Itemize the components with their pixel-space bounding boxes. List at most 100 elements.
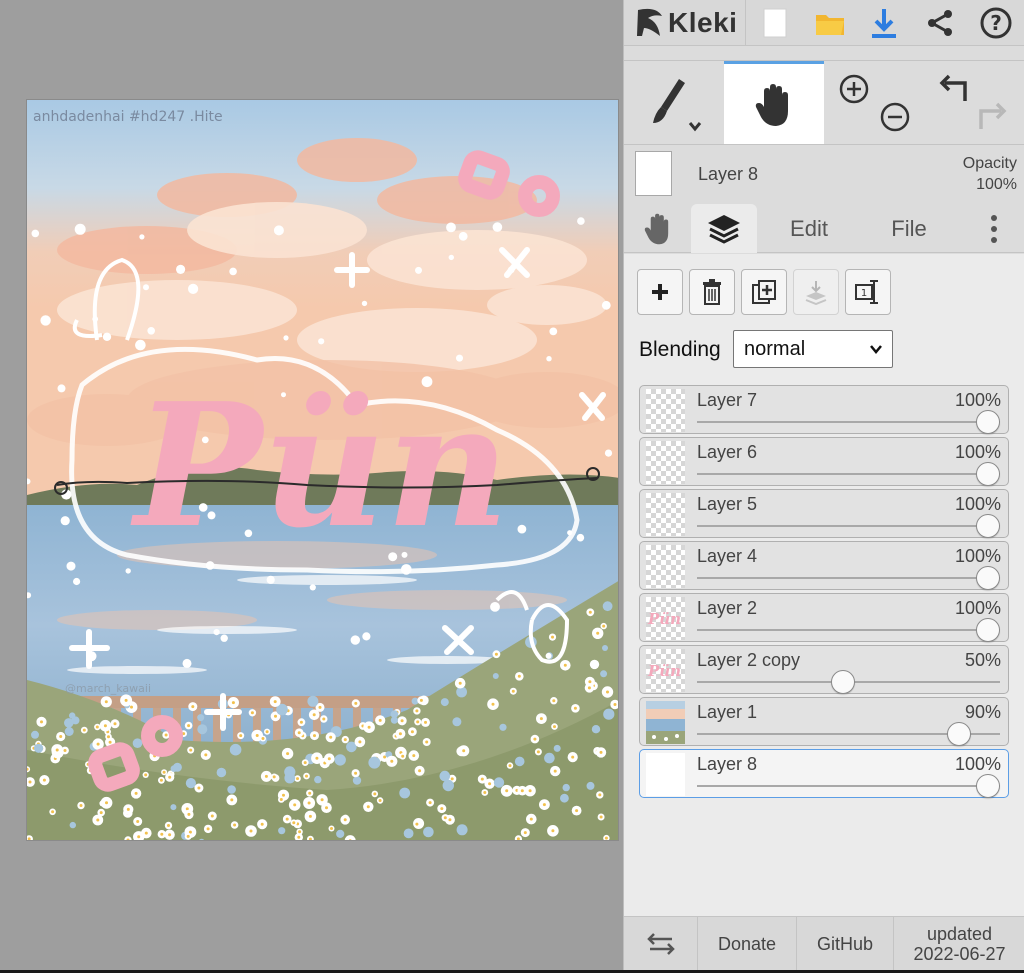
layer-thumbnail bbox=[646, 753, 685, 796]
opacity-label: Opacity bbox=[962, 155, 1017, 172]
canvas-area[interactable]: Pün anhdadenhai #hd247 .Hite @march_kawa… bbox=[0, 0, 623, 973]
hand-tool-button[interactable] bbox=[724, 61, 824, 145]
merge-down-button[interactable] bbox=[793, 269, 839, 315]
tab-file[interactable]: File bbox=[869, 204, 949, 253]
artwork-illustration: Pün anhdadenhai #hd247 .Hite @march_kawa… bbox=[27, 100, 618, 840]
layer-row[interactable]: Layer 6 100% bbox=[639, 437, 1009, 486]
layer-opacity-slider-handle[interactable] bbox=[830, 670, 855, 694]
hand-icon bbox=[755, 83, 788, 126]
current-layer-info: Layer 8 Opacity 100% bbox=[624, 144, 1024, 200]
layer-row[interactable]: Layer 4 100% bbox=[639, 541, 1009, 590]
tool-row bbox=[624, 60, 1024, 145]
chevron-down-icon bbox=[870, 345, 882, 354]
redo-button[interactable] bbox=[974, 99, 1010, 135]
layers-icon bbox=[708, 214, 740, 244]
blending-value: normal bbox=[744, 337, 806, 360]
more-menu-button[interactable] bbox=[974, 204, 1014, 253]
kleki-logo[interactable]: Kleki bbox=[634, 3, 737, 43]
zoom-out-button[interactable] bbox=[877, 99, 913, 135]
updated-date: 2022-06-27 bbox=[913, 944, 1006, 964]
rename-layer-button[interactable]: 1 bbox=[845, 269, 891, 315]
duplicate-layer-icon bbox=[752, 280, 776, 304]
layers-pane: 1 Blending normal Layer 7 100% Layer 6 100%… bbox=[624, 254, 1024, 916]
layer-opacity-value: 50% bbox=[964, 650, 1001, 670]
swap-panel-button[interactable] bbox=[624, 917, 698, 971]
tab-edit[interactable]: Edit bbox=[769, 204, 849, 253]
layer-opacity-slider-handle[interactable] bbox=[976, 566, 1000, 590]
primary-color-swatch[interactable] bbox=[635, 151, 672, 196]
donate-link[interactable]: Donate bbox=[698, 917, 797, 971]
updated-info[interactable]: updated 2022-06-27 bbox=[894, 917, 1024, 971]
svg-text:Pün: Pün bbox=[647, 610, 681, 628]
layer-opacity-slider-handle[interactable] bbox=[976, 514, 1000, 538]
merge-down-icon bbox=[805, 281, 827, 305]
hand-icon bbox=[644, 213, 669, 244]
blending-select[interactable]: normal bbox=[733, 330, 893, 368]
layer-opacity-value: 100% bbox=[954, 546, 1001, 566]
current-layer-opacity: Opacity 100% bbox=[963, 153, 1017, 195]
layer-row[interactable]: Layer 1 90% bbox=[639, 697, 1009, 746]
add-layer-icon bbox=[652, 284, 668, 300]
layer-opacity-value: 100% bbox=[954, 754, 1001, 774]
svg-text:1: 1 bbox=[861, 288, 867, 299]
layer-name: Layer 4 bbox=[697, 546, 758, 566]
brush-tool-button[interactable] bbox=[624, 63, 722, 143]
layer-row[interactable]: Layer 7 100% bbox=[639, 385, 1009, 434]
delete-layer-button[interactable] bbox=[689, 269, 735, 315]
kleki-logo-icon bbox=[637, 8, 662, 36]
layer-name: Layer 8 bbox=[697, 754, 758, 774]
layer-opacity-slider[interactable] bbox=[697, 629, 1000, 631]
zoom-in-button[interactable] bbox=[836, 71, 872, 107]
layer-thumbnail bbox=[646, 389, 685, 432]
share-icon[interactable] bbox=[920, 3, 960, 43]
zoom-in-icon bbox=[839, 74, 869, 104]
layer-opacity-slider-handle[interactable] bbox=[976, 618, 1000, 642]
layer-row[interactable]: Layer 5 100% bbox=[639, 489, 1009, 538]
add-layer-button[interactable] bbox=[637, 269, 683, 315]
duplicate-layer-button[interactable] bbox=[741, 269, 787, 315]
more-vertical-icon bbox=[991, 214, 997, 243]
layer-name: Layer 1 bbox=[697, 702, 758, 722]
layer-thumbnail bbox=[646, 493, 685, 536]
opacity-value: 100% bbox=[976, 176, 1017, 193]
svg-text:?: ? bbox=[990, 11, 1002, 35]
layer-opacity-slider[interactable] bbox=[697, 577, 1000, 579]
undo-icon bbox=[939, 74, 967, 101]
artwork-canvas[interactable]: Pün anhdadenhai #hd247 .Hite @march_kawa… bbox=[26, 99, 619, 841]
redo-icon bbox=[979, 102, 1007, 129]
tab-hand[interactable] bbox=[634, 204, 682, 253]
new-image-icon[interactable] bbox=[755, 3, 795, 43]
layer-row[interactable]: Pün Layer 2 copy 50% bbox=[639, 645, 1009, 694]
layer-opacity-slider[interactable] bbox=[697, 525, 1000, 527]
layer-opacity-slider[interactable] bbox=[697, 421, 1000, 423]
tab-layers[interactable] bbox=[691, 204, 757, 253]
layer-opacity-slider-handle[interactable] bbox=[976, 774, 1000, 798]
blending-label: Blending bbox=[639, 338, 721, 361]
layer-opacity-slider[interactable] bbox=[697, 473, 1000, 475]
side-panel: Kleki ? Layer 8 Opacity 100% Edit File 1… bbox=[623, 0, 1024, 973]
layer-name: Layer 6 bbox=[697, 442, 758, 462]
top-bar: Kleki ? bbox=[624, 0, 1024, 46]
layer-row[interactable]: Layer 8 100% bbox=[639, 749, 1009, 798]
layer-name: Layer 2 copy bbox=[697, 650, 801, 670]
layer-opacity-slider-handle[interactable] bbox=[976, 462, 1000, 486]
delete-layer-icon bbox=[703, 279, 721, 305]
swap-arrows-icon bbox=[646, 933, 675, 955]
layer-opacity-slider-handle[interactable] bbox=[946, 722, 971, 746]
current-layer-name: Layer 8 bbox=[698, 164, 759, 184]
layer-thumbnail: Pün bbox=[646, 649, 685, 692]
layer-name: Layer 2 bbox=[697, 598, 758, 618]
updated-label: updated bbox=[926, 924, 993, 944]
layer-opacity-slider-handle[interactable] bbox=[976, 410, 1000, 434]
layer-thumbnail bbox=[646, 545, 685, 588]
undo-button[interactable] bbox=[936, 71, 972, 107]
layer-opacity-slider[interactable] bbox=[697, 785, 1000, 787]
download-icon[interactable] bbox=[864, 3, 904, 43]
open-folder-icon[interactable] bbox=[810, 3, 850, 43]
layer-opacity-value: 100% bbox=[954, 598, 1001, 618]
layer-name: Layer 5 bbox=[697, 494, 758, 514]
github-link[interactable]: GitHub bbox=[797, 917, 894, 971]
layer-row[interactable]: Pün Layer 2 100% bbox=[639, 593, 1009, 642]
layer-thumbnail: Pün bbox=[646, 597, 685, 640]
help-icon[interactable]: ? bbox=[976, 3, 1016, 43]
